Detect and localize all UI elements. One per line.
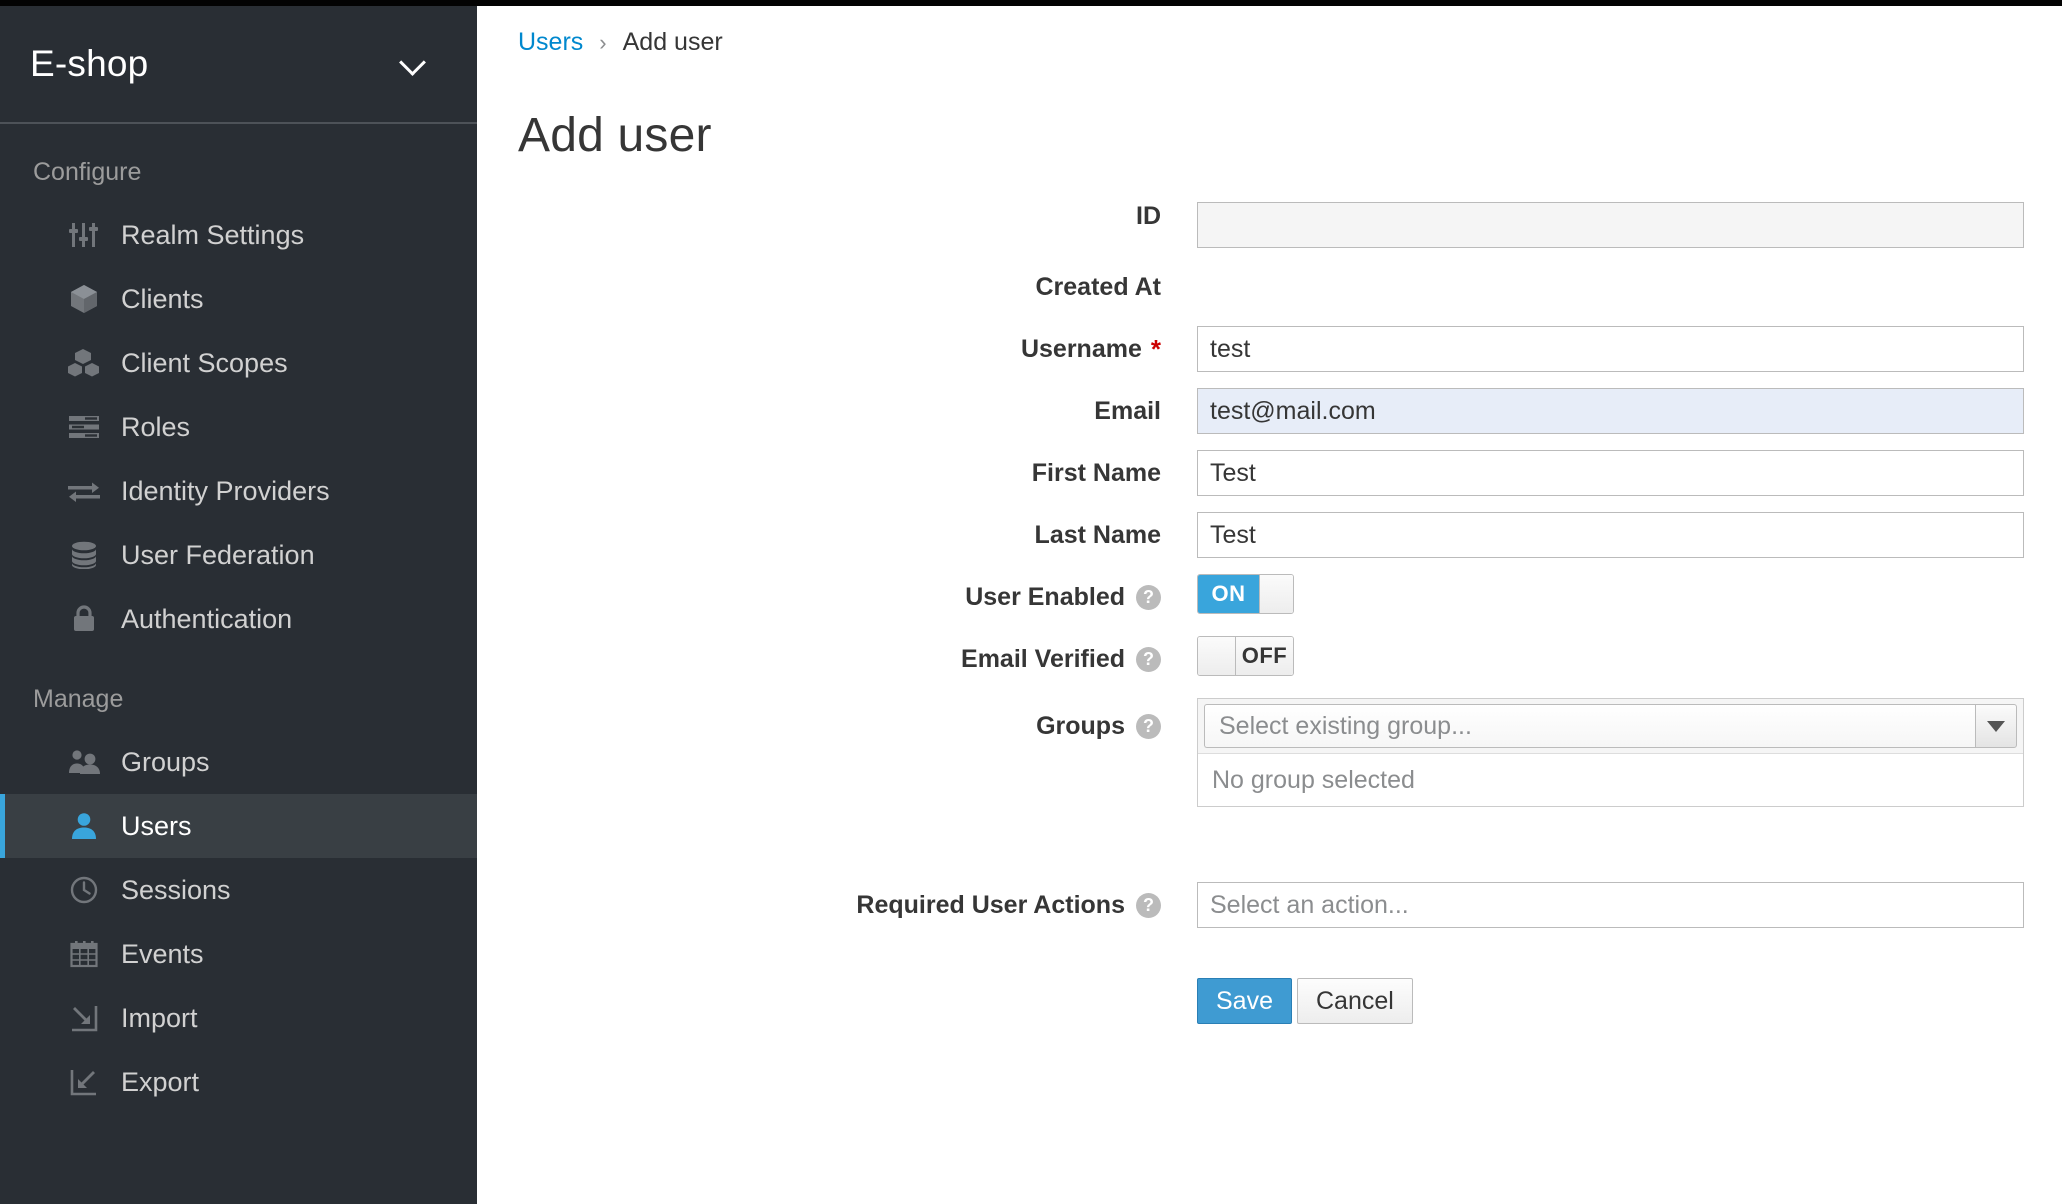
groups-empty-text: No group selected [1198,754,2023,806]
form-row-groups: Groups ? Select existing group... No gro… [477,698,2062,818]
main-content: Users › Add user Add user ID Created At [477,6,2062,1204]
form-row-last-name: Last Name [477,512,2062,574]
sidebar-item-users[interactable]: Users [0,794,477,858]
sidebar-item-export[interactable]: Export [0,1050,477,1114]
sidebar-item-realm-settings[interactable]: Realm Settings [0,203,477,267]
email-label: Email [477,388,1161,434]
caret-down-icon[interactable] [1975,704,2017,748]
id-input[interactable] [1197,202,2024,248]
sidebar-item-label: Sessions [121,875,231,906]
form-row-username: Username * [477,326,2062,388]
sidebar-item-import[interactable]: Import [0,986,477,1050]
username-input[interactable] [1197,326,2024,372]
groups-select[interactable]: Select existing group... [1204,704,1975,748]
nav-section-label-configure: Configure [0,124,477,203]
users-group-icon [67,747,101,777]
groups-selection-box: Select existing group... No group select… [1197,698,2024,807]
sidebar: E-shop Configure Realm Settings [0,6,477,1204]
sidebar-item-label: User Federation [121,540,315,571]
add-user-form: ID Created At Username * [477,202,2062,1024]
form-row-user-enabled: User Enabled ? ON [477,574,2062,636]
sidebar-item-events[interactable]: Events [0,922,477,986]
help-circle-icon[interactable]: ? [1136,714,1161,739]
chevron-down-icon [401,51,427,77]
toggle-knob [1198,637,1236,675]
user-icon [67,811,101,841]
form-row-email-verified: Email Verified ? OFF [477,636,2062,698]
list-rows-icon [67,412,101,442]
sidebar-item-label: Export [121,1067,199,1098]
save-button[interactable]: Save [1197,978,1292,1024]
toggle-on-label: ON [1198,575,1259,613]
sidebar-item-label: Authentication [121,604,292,635]
first-name-input[interactable] [1197,450,2024,496]
caret-triangle [1987,721,2005,732]
keycloak-admin-console: E-shop Configure Realm Settings [0,0,2062,1204]
groups-select-wrapper: Select existing group... [1198,699,2023,754]
page-title: Add user [518,108,712,163]
import-arrow-icon [67,1003,101,1033]
lock-icon [67,604,101,634]
sidebar-item-clients[interactable]: Clients [0,267,477,331]
sidebar-item-label: Roles [121,412,190,443]
sidebar-item-client-scopes[interactable]: Client Scopes [0,331,477,395]
form-row-first-name: First Name [477,450,2062,512]
form-row-id: ID [477,202,2062,264]
sidebar-item-identity-providers[interactable]: Identity Providers [0,459,477,523]
realm-selector[interactable]: E-shop [0,6,477,124]
form-actions: Save Cancel [1197,978,2062,1024]
nav-section-label-manage: Manage [0,651,477,730]
id-label: ID [477,202,1161,231]
exchange-arrows-icon [67,476,101,506]
sidebar-item-label: Events [121,939,204,970]
database-icon [67,540,101,570]
form-row-email: Email [477,388,2062,450]
sidebar-item-label: Realm Settings [121,220,304,251]
breadcrumb-separator-icon: › [599,30,606,56]
sidebar-item-user-federation[interactable]: User Federation [0,523,477,587]
help-circle-icon[interactable]: ? [1136,893,1161,918]
breadcrumb-current: Add user [623,28,723,57]
clock-icon [67,875,101,905]
username-label: Username * [477,326,1161,372]
required-marker: * [1151,336,1161,362]
email-verified-label: Email Verified ? [477,636,1161,682]
email-input[interactable] [1197,388,2024,434]
cubes-icon [67,348,101,378]
sidebar-item-roles[interactable]: Roles [0,395,477,459]
email-verified-toggle[interactable]: OFF [1197,636,1294,676]
toggle-knob [1259,575,1293,613]
help-circle-icon[interactable]: ? [1136,647,1161,672]
sidebar-item-sessions[interactable]: Sessions [0,858,477,922]
toggle-off-label: OFF [1236,637,1293,675]
required-user-actions-label: Required User Actions ? [477,882,1161,928]
sidebar-item-label: Users [121,811,192,842]
created-at-label: Created At [477,264,1161,310]
user-enabled-toggle[interactable]: ON [1197,574,1294,614]
last-name-input[interactable] [1197,512,2024,558]
last-name-label: Last Name [477,512,1161,558]
sidebar-item-label: Import [121,1003,198,1034]
sliders-icon [67,220,101,250]
breadcrumb-link-users[interactable]: Users [518,28,583,57]
realm-name: E-shop [30,43,148,85]
groups-label: Groups ? [477,698,1161,754]
first-name-label: First Name [477,450,1161,496]
required-user-actions-input[interactable] [1197,882,2024,928]
sidebar-item-label: Identity Providers [121,476,330,507]
form-row-created-at: Created At [477,264,2062,326]
sidebar-item-label: Clients [121,284,204,315]
cancel-button[interactable]: Cancel [1297,978,1413,1024]
cube-icon [67,284,101,314]
sidebar-item-label: Groups [121,747,210,778]
form-row-required-user-actions: Required User Actions ? [477,882,2062,944]
export-arrow-icon [67,1067,101,1097]
calendar-icon [67,939,101,969]
sidebar-item-groups[interactable]: Groups [0,730,477,794]
help-circle-icon[interactable]: ? [1136,585,1161,610]
breadcrumb: Users › Add user [518,28,723,57]
user-enabled-label: User Enabled ? [477,574,1161,620]
sidebar-item-authentication[interactable]: Authentication [0,587,477,651]
sidebar-item-label: Client Scopes [121,348,288,379]
